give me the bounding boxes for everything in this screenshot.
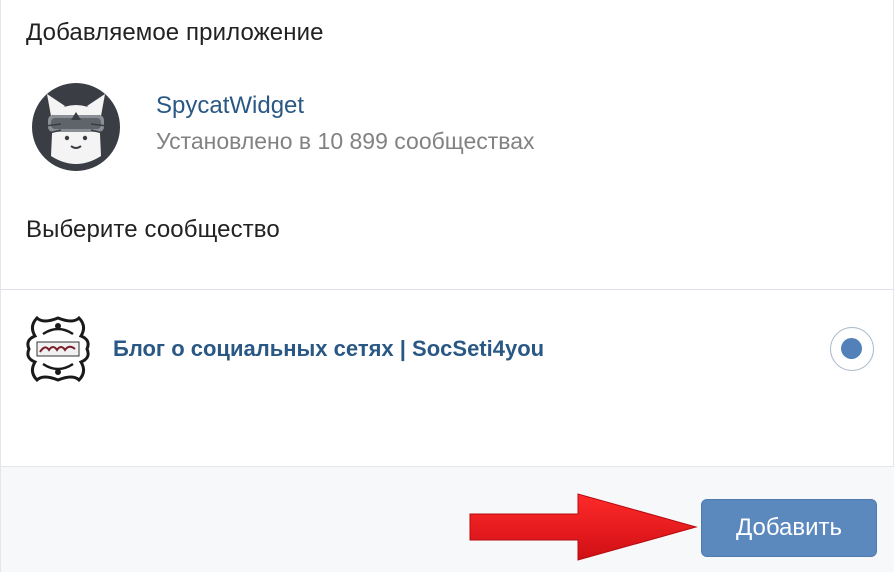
add-button[interactable]: Добавить (701, 499, 877, 557)
app-installed-count: Установлено в 10 899 сообществах (156, 128, 535, 154)
community-list-item[interactable]: Блог о социальных сетях | SocSeti4you (1, 300, 894, 400)
spycat-avatar-icon[interactable] (31, 82, 121, 172)
app-name-link[interactable]: SpycatWidget (156, 92, 304, 120)
community-radio-button[interactable] (830, 327, 874, 371)
radio-selected-dot (841, 338, 862, 359)
socseti4you-logo-icon (23, 314, 93, 384)
red-arrow-icon (469, 493, 698, 561)
add-button-label: Добавить (735, 514, 843, 541)
app-section-heading: Добавляемое приложение (26, 19, 324, 46)
divider (1, 289, 894, 290)
dialog-footer: Добавить (1, 466, 894, 572)
add-app-dialog: Добавляемое приложение SpycatWidget Уста… (0, 0, 894, 572)
community-name: Блог о социальных сетях | SocSeti4you (113, 336, 545, 361)
choose-community-heading: Выберите сообщество (26, 216, 280, 243)
